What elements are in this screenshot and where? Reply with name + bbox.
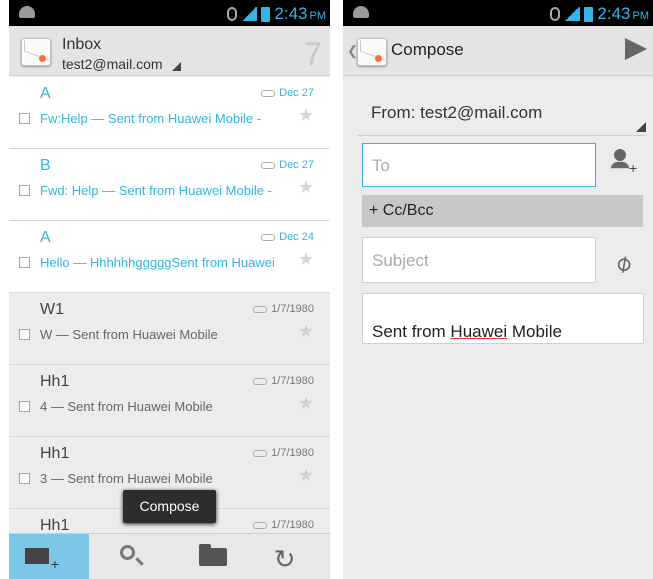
message-sender: B — [40, 157, 51, 174]
compose-screen: 2:43 PM ❮ Compose From: test2@mail.com T… — [343, 0, 653, 579]
message-snippet: Fwd: Help — Sent from Huawei Mobile - — [40, 183, 272, 198]
to-field[interactable]: To — [362, 143, 596, 187]
message-date: Dec 24 — [261, 231, 314, 243]
message-date: 1/7/1980 — [253, 303, 314, 315]
message-date: 1/7/1980 — [253, 447, 314, 459]
signal-icon — [241, 7, 258, 21]
compose-title: Compose — [391, 40, 464, 59]
status-time: 2:43 — [597, 4, 631, 23]
message-snippet: 4 — Sent from Huawei Mobile — [40, 399, 213, 414]
star-icon[interactable]: ★ — [298, 321, 314, 342]
message-date: 1/7/1980 — [253, 375, 314, 387]
body-brand: Huawei — [450, 322, 508, 341]
status-bar: 2:43 PM — [343, 0, 653, 26]
star-icon[interactable]: ★ — [298, 393, 314, 414]
select-checkbox[interactable] — [19, 473, 30, 484]
battery-icon — [261, 6, 271, 22]
compose-toast: Compose — [123, 490, 216, 523]
bluetooth-icon — [227, 7, 238, 21]
message-body-text: Sent from Huawei Mobile — [372, 322, 562, 342]
message-sender: A — [40, 85, 51, 102]
from-field: From: test2@mail.com — [371, 103, 543, 122]
message-sender: Hh1 — [40, 445, 70, 462]
compose-button[interactable] — [9, 534, 90, 579]
message-sender: A — [40, 229, 51, 246]
star-icon[interactable]: ★ — [298, 177, 314, 198]
bluetooth-icon — [550, 7, 561, 21]
mail-app-icon[interactable] — [21, 38, 51, 66]
cc-bcc-button[interactable]: + Cc/Bcc — [362, 195, 643, 227]
message-date: Dec 27 — [261, 159, 314, 171]
refresh-icon: ↻ — [273, 544, 296, 574]
unread-count: 7 — [304, 36, 322, 72]
dropdown-caret-icon[interactable] — [172, 62, 181, 71]
search-button[interactable] — [89, 534, 169, 579]
message-row[interactable]: A Dec 27 Fw:Help — Sent from Huawei Mobi… — [9, 77, 330, 149]
folder-icon — [198, 544, 227, 566]
send-icon[interactable] — [625, 38, 647, 60]
message-snippet: Hello — HhhhhhgggggSent from Huawei — [40, 255, 275, 270]
select-checkbox[interactable] — [19, 113, 30, 124]
message-snippet: 3 — Sent from Huawei Mobile — [40, 471, 213, 486]
message-snippet: Fw:Help — Sent from Huawei Mobile - — [40, 111, 262, 126]
message-date: 1/7/1980 — [253, 519, 314, 531]
message-sender: Hh1 — [40, 373, 70, 390]
select-checkbox[interactable] — [19, 329, 30, 340]
select-checkbox[interactable] — [19, 185, 30, 196]
refresh-button[interactable]: ↻ — [250, 534, 330, 579]
attachment-icon[interactable]: ⌀ — [609, 247, 637, 279]
subject-placeholder: Subject — [372, 251, 429, 270]
folders-button[interactable] — [170, 534, 250, 579]
compose-action-bar: ❮ Compose — [343, 26, 653, 76]
android-icon — [353, 6, 369, 18]
search-icon — [120, 545, 136, 560]
from-account-selector[interactable]: From: test2@mail.com — [358, 76, 646, 136]
body-prefix: Sent from — [372, 322, 451, 341]
compose-icon — [25, 548, 59, 572]
status-ampm: PM — [632, 10, 650, 22]
to-placeholder: To — [372, 156, 390, 175]
message-body-field[interactable]: Sent from Huawei Mobile — [362, 293, 644, 344]
message-row[interactable]: A Dec 24 Hello — HhhhhhgggggSent from Hu… — [9, 221, 330, 293]
account-selector[interactable]: test2@mail.com — [62, 56, 163, 72]
select-checkbox[interactable] — [19, 401, 30, 412]
message-date: Dec 27 — [261, 87, 314, 99]
status-time: 2:43 — [274, 4, 308, 23]
inbox-action-bar: Inbox test2@mail.com 7 — [9, 26, 330, 76]
message-snippet: W — Sent from Huawei Mobile — [40, 327, 218, 342]
message-row[interactable]: W1 1/7/1980 W — Sent from Huawei Mobile … — [9, 293, 330, 365]
bottom-action-bar: ↻ — [9, 533, 330, 579]
battery-icon — [584, 6, 594, 22]
star-icon[interactable]: ★ — [298, 465, 314, 486]
message-row[interactable]: Hh1 1/7/1980 4 — Sent from Huawei Mobile… — [9, 365, 330, 437]
signal-icon — [564, 7, 581, 21]
android-icon — [19, 6, 35, 18]
body-suffix: Mobile — [507, 322, 562, 341]
star-icon[interactable]: ★ — [298, 105, 314, 126]
subject-field[interactable]: Subject — [362, 237, 596, 283]
mail-icon[interactable] — [357, 38, 387, 66]
dropdown-caret-icon[interactable] — [636, 122, 646, 132]
star-icon[interactable]: ★ — [298, 249, 314, 270]
inbox-title: Inbox — [62, 36, 102, 53]
status-ampm: PM — [309, 10, 327, 22]
message-sender: W1 — [40, 301, 64, 318]
inbox-screen: 2:43 PM Inbox test2@mail.com 7 A Dec 27 … — [9, 0, 330, 579]
status-bar: 2:43 PM — [9, 0, 330, 26]
select-checkbox[interactable] — [19, 257, 30, 268]
message-row[interactable]: B Dec 27 Fwd: Help — Sent from Huawei Mo… — [9, 149, 330, 221]
